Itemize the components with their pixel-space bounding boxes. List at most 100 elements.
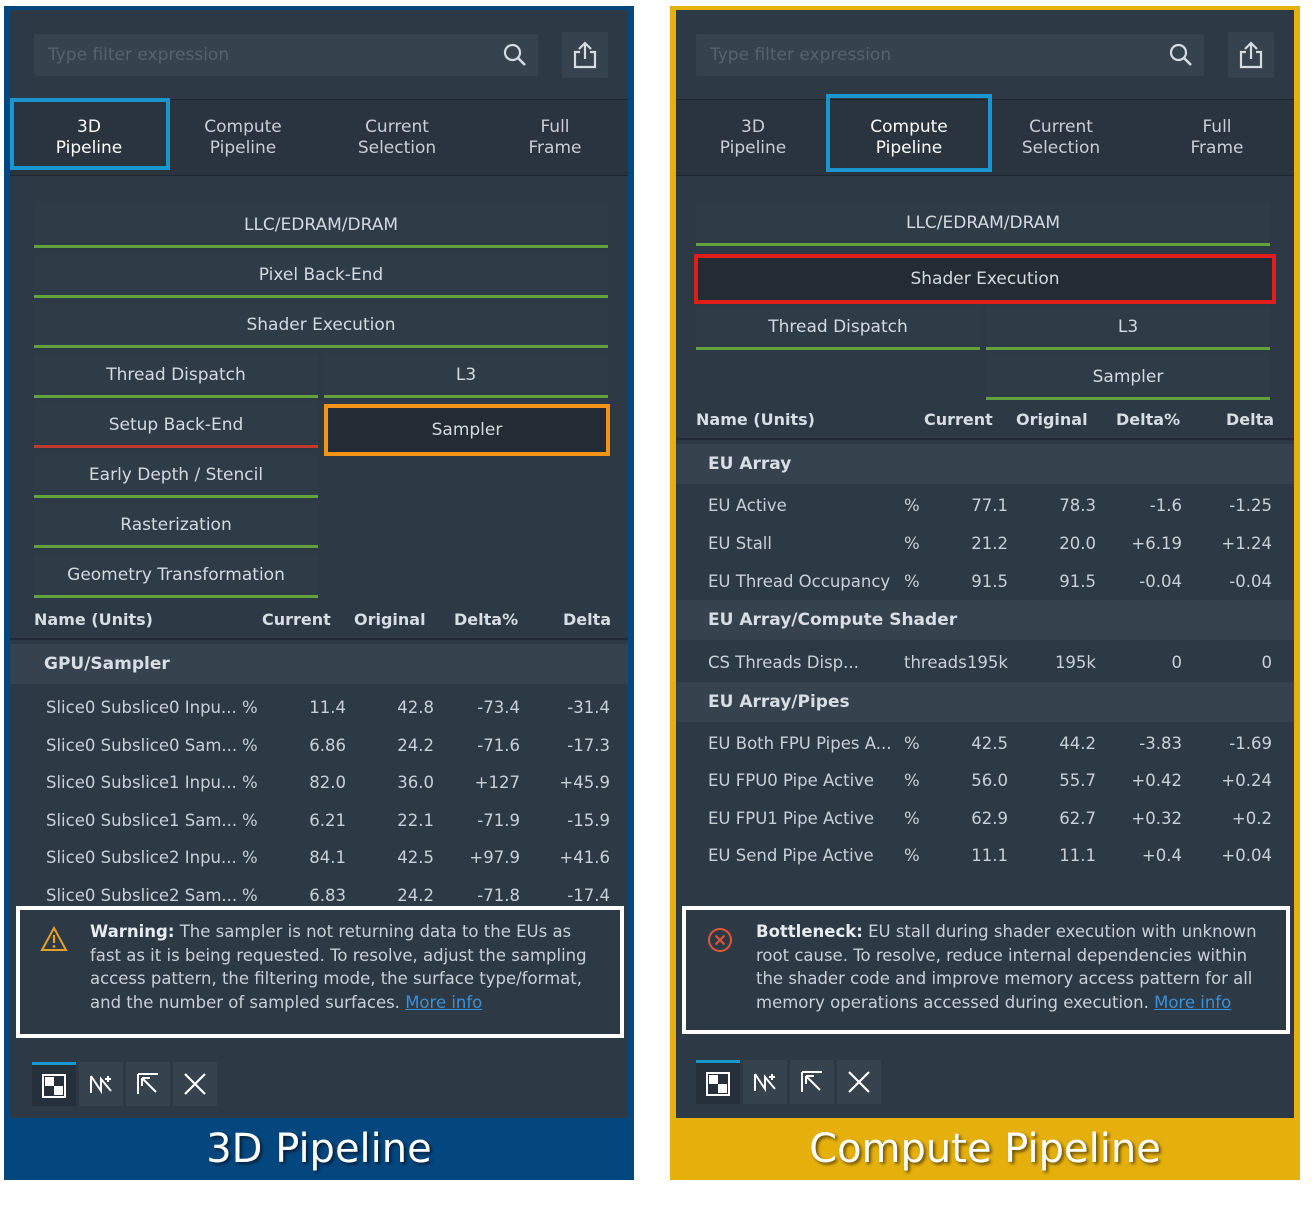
more-info-link[interactable]: More info bbox=[1154, 993, 1231, 1012]
error-circle-icon bbox=[708, 928, 732, 952]
metric-current: 195k bbox=[966, 653, 1008, 672]
group-header[interactable]: EU Array/Compute Shader bbox=[676, 600, 1294, 640]
table-header: Name (Units) Current Original Delta% Del… bbox=[676, 400, 1294, 440]
block-thread-dispatch[interactable]: Thread Dispatch bbox=[34, 354, 318, 398]
metric-current: 42.5 bbox=[971, 734, 1008, 753]
metric-name: EU Both FPU Pipes A... bbox=[708, 734, 892, 753]
metric-original: 24.2 bbox=[397, 885, 434, 905]
table-row[interactable]: CS Threads Disp... threads 195k 195k 0 0 bbox=[676, 644, 1294, 681]
group-header[interactable]: EU Array bbox=[676, 444, 1294, 484]
close-button[interactable] bbox=[173, 1062, 217, 1106]
tab-current-selection[interactable]: Current Selection bbox=[984, 100, 1138, 176]
share-icon bbox=[1239, 41, 1263, 69]
block-llc-edram-dram[interactable]: LLC/EDRAM/DRAM bbox=[34, 204, 608, 248]
close-icon bbox=[184, 1073, 206, 1095]
block-shader-execution[interactable]: Shader Execution bbox=[34, 304, 608, 348]
col-original[interactable]: Original bbox=[354, 610, 426, 629]
footer-title: 3D Pipeline bbox=[206, 1126, 432, 1172]
grid-view-button[interactable] bbox=[32, 1062, 76, 1106]
arrow-up-left-icon bbox=[801, 1071, 822, 1092]
table-row[interactable]: Slice0 Subslice2 Inpu...% 84.1 42.5 +97.9 +4… bbox=[10, 839, 628, 876]
bottom-toolbar bbox=[696, 1060, 896, 1106]
table-row[interactable]: Slice0 Subslice0 Inpu...% 11.4 42.8 -73.4 -3… bbox=[10, 689, 628, 726]
table-row[interactable]: Slice0 Subslice1 Inpu...% 82.0 36.0 +127 +45… bbox=[10, 764, 628, 801]
table-row[interactable]: EU Active% 77.1 78.3 -1.6 -1.25 bbox=[676, 487, 1294, 524]
top-bar bbox=[10, 10, 628, 100]
metric-name: Slice0 Subslice2 Inpu... bbox=[46, 848, 237, 867]
active-tab-highlight bbox=[826, 94, 992, 172]
pipeline-flow-button[interactable] bbox=[743, 1060, 787, 1104]
metric-unit: threads bbox=[904, 653, 967, 672]
block-geometry-transformation[interactable]: Geometry Transformation bbox=[34, 554, 318, 598]
col-name[interactable]: Name (Units) bbox=[696, 410, 815, 429]
table-row[interactable]: Slice0 Subslice0 Sam...% 6.86 24.2 -71.6 -17… bbox=[10, 727, 628, 764]
group-gpu-sampler[interactable]: GPU/Sampler bbox=[10, 644, 628, 684]
table-row[interactable]: EU FPU1 Pipe Active% 62.9 62.7 +0.32 +0.2 bbox=[676, 800, 1294, 837]
metric-delta: +1.24 bbox=[1221, 534, 1272, 553]
view-tabs: 3D Pipeline Compute Pipeline Current Sel… bbox=[10, 98, 628, 176]
block-sampler-selected[interactable]: Sampler bbox=[324, 404, 610, 456]
filter-input[interactable] bbox=[696, 34, 1146, 76]
col-delta[interactable]: Delta bbox=[1226, 410, 1274, 429]
grid-view-button[interactable] bbox=[696, 1060, 740, 1104]
metric-name: Slice0 Subslice2 Sam... bbox=[46, 885, 238, 905]
block-llc-edram-dram[interactable]: LLC/EDRAM/DRAM bbox=[696, 202, 1270, 246]
block-l3[interactable]: L3 bbox=[324, 354, 608, 398]
block-shader-execution-selected[interactable]: Shader Execution bbox=[694, 254, 1276, 304]
table-row[interactable]: Slice0 Subslice1 Sam...% 6.21 22.1 -71.9 -15… bbox=[10, 802, 628, 839]
group-header[interactable]: EU Array/Pipes bbox=[676, 682, 1294, 722]
metric-current: 6.83 bbox=[309, 885, 346, 905]
metric-unit: % bbox=[904, 771, 920, 790]
metric-delta-pct: +6.19 bbox=[1131, 534, 1182, 553]
metric-unit: % bbox=[242, 698, 258, 717]
group-title: EU Array/Compute Shader bbox=[708, 610, 958, 630]
expand-button[interactable] bbox=[126, 1062, 170, 1106]
block-sampler[interactable]: Sampler bbox=[986, 356, 1270, 400]
metric-delta: -17.3 bbox=[567, 735, 610, 755]
table-row[interactable]: EU Thread Occupancy% 91.5 91.5 -0.04 -0.04 bbox=[676, 563, 1294, 600]
pipeline-flow-icon bbox=[754, 1073, 776, 1093]
block-early-depth-stencil[interactable]: Early Depth / Stencil bbox=[34, 454, 318, 498]
block-setup-backend[interactable]: Setup Back-End bbox=[34, 404, 318, 448]
metric-delta-pct: -3.83 bbox=[1139, 734, 1182, 753]
col-delta[interactable]: Delta bbox=[563, 610, 611, 629]
table-row[interactable]: EU Both FPU Pipes A...% 42.5 44.2 -3.83 -1.6… bbox=[676, 725, 1294, 762]
col-delta-pct[interactable]: Delta% bbox=[454, 610, 518, 629]
block-pixel-backend[interactable]: Pixel Back-End bbox=[34, 254, 608, 298]
metric-current: 77.1 bbox=[971, 496, 1008, 515]
pipeline-flow-button[interactable] bbox=[79, 1062, 123, 1106]
table-row[interactable]: EU FPU0 Pipe Active% 56.0 55.7 +0.42 +0.24 bbox=[676, 762, 1294, 799]
grid-view-icon bbox=[706, 1071, 730, 1096]
share-icon bbox=[573, 41, 597, 69]
metric-delta-pct: -71.9 bbox=[477, 810, 520, 830]
tab-current-selection[interactable]: Current Selection bbox=[320, 100, 474, 176]
metric-original: 36.0 bbox=[397, 773, 434, 792]
tab-full-frame[interactable]: Full Frame bbox=[1140, 100, 1294, 176]
group-title: EU Array/Pipes bbox=[708, 692, 850, 712]
close-button[interactable] bbox=[837, 1060, 881, 1104]
col-current[interactable]: Current bbox=[262, 610, 331, 629]
col-current[interactable]: Current bbox=[924, 410, 993, 429]
col-original[interactable]: Original bbox=[1016, 410, 1088, 429]
share-button[interactable] bbox=[1228, 32, 1274, 78]
block-rasterization[interactable]: Rasterization bbox=[34, 504, 318, 548]
tab-full-frame[interactable]: Full Frame bbox=[478, 100, 628, 176]
tab-compute-pipeline[interactable]: Compute Pipeline bbox=[166, 100, 320, 176]
metric-delta: +41.6 bbox=[559, 848, 610, 867]
search-icon[interactable] bbox=[1168, 42, 1194, 68]
metric-unit: % bbox=[242, 885, 258, 905]
col-delta-pct[interactable]: Delta% bbox=[1116, 410, 1180, 429]
more-info-link[interactable]: More info bbox=[405, 993, 482, 1012]
expand-button[interactable] bbox=[790, 1060, 834, 1104]
filter-input[interactable] bbox=[34, 34, 484, 76]
block-l3[interactable]: L3 bbox=[986, 306, 1270, 350]
share-button[interactable] bbox=[562, 32, 608, 78]
block-thread-dispatch[interactable]: Thread Dispatch bbox=[696, 306, 980, 350]
top-bar bbox=[676, 10, 1294, 100]
table-row[interactable]: EU Stall% 21.2 20.0 +6.19 +1.24 bbox=[676, 525, 1294, 562]
tab-3d-pipeline[interactable]: 3D Pipeline bbox=[676, 100, 830, 176]
search-icon[interactable] bbox=[502, 42, 528, 68]
col-name[interactable]: Name (Units) bbox=[34, 610, 153, 629]
table-row[interactable]: EU Send Pipe Active% 11.1 11.1 +0.4 +0.04 bbox=[676, 837, 1294, 874]
table-header: Name (Units) Current Original Delta% Del… bbox=[10, 600, 628, 640]
